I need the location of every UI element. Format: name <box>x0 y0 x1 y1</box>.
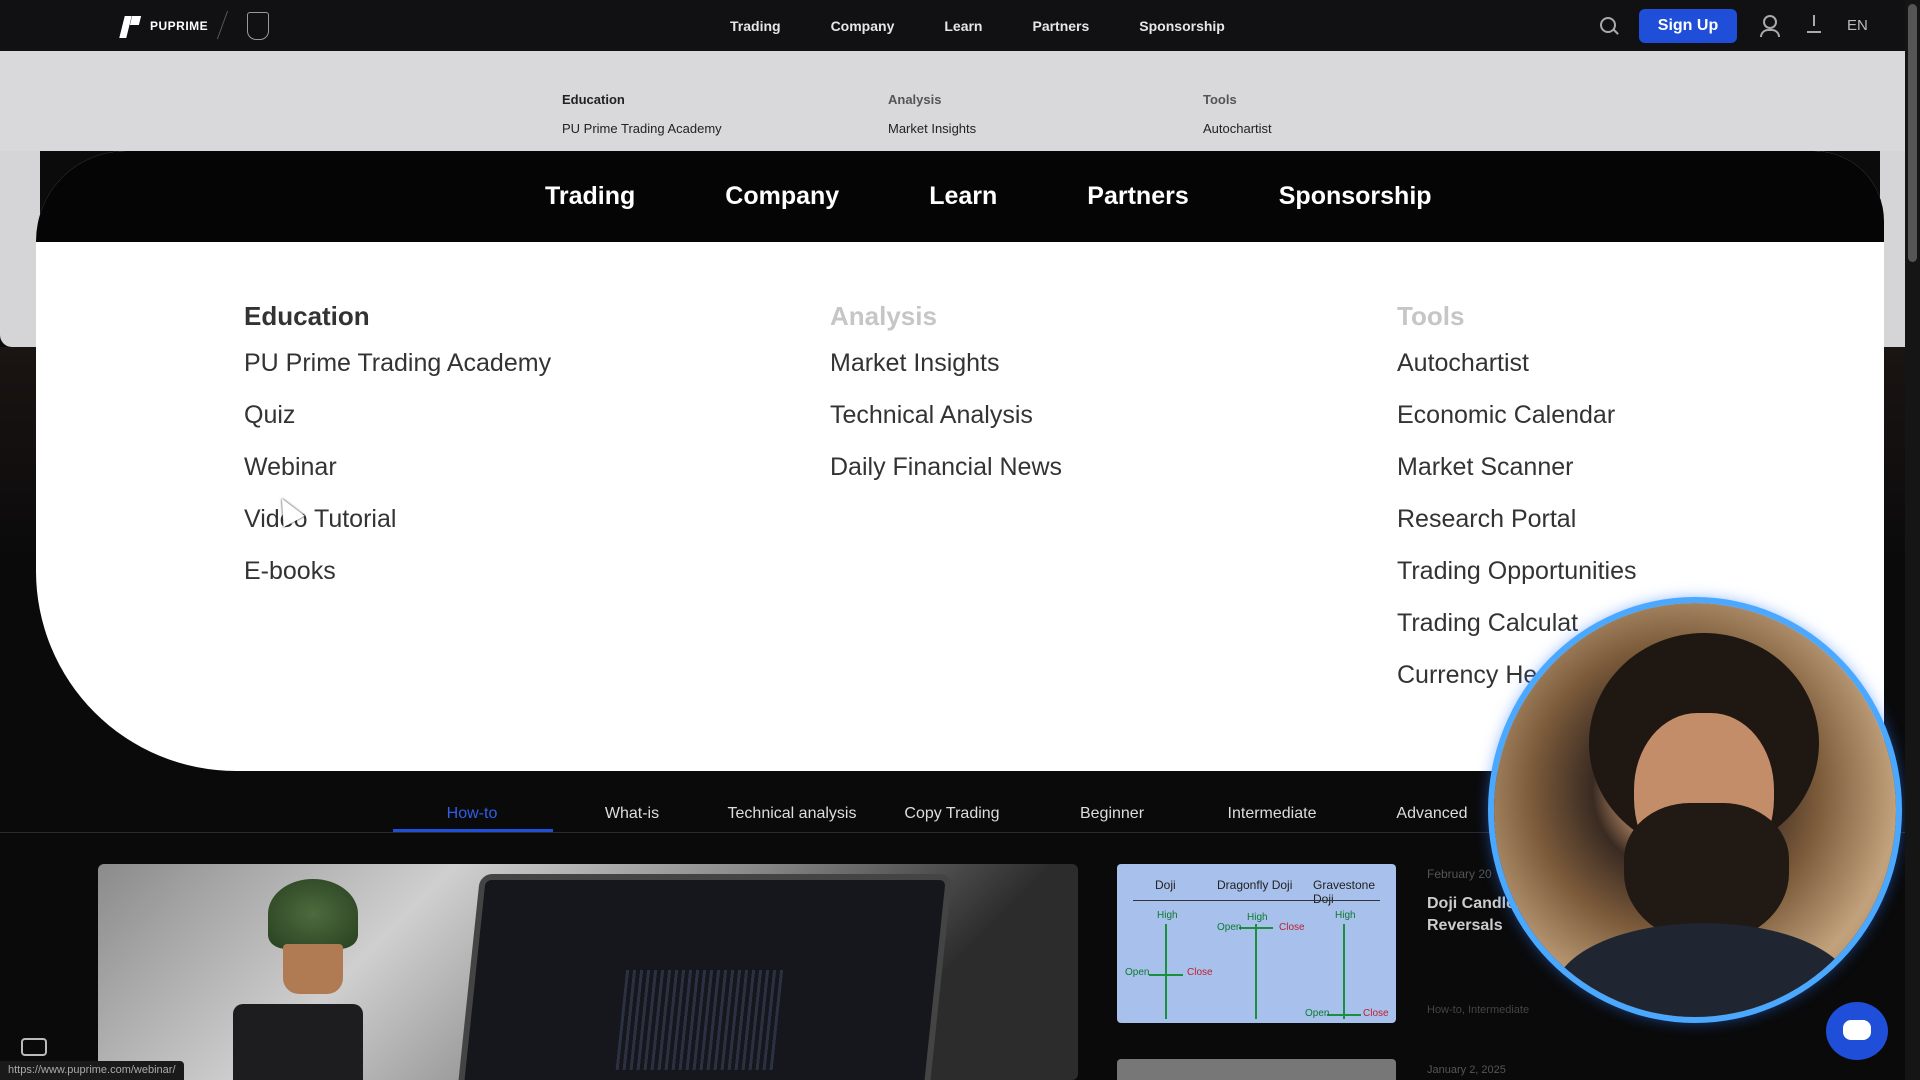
brand-name: PUPRIME <box>150 19 209 33</box>
under-link-market-insights[interactable]: Market Insights <box>888 114 994 143</box>
top-navbar: PUPRIME Trading Company Learn Partners S… <box>0 0 1905 51</box>
link-trading-opportunities[interactable]: Trading Opportunities <box>1397 554 1636 606</box>
article-date: February 20 <box>1427 867 1492 881</box>
tab-intermediate[interactable]: Intermediate <box>1192 805 1352 835</box>
next-article-thumbnail[interactable] <box>1117 1059 1396 1080</box>
link-technical-analysis[interactable]: Technical Analysis <box>830 398 1062 450</box>
captions-icon[interactable] <box>21 1038 47 1056</box>
gravestone-close-label: Close <box>1363 1008 1389 1019</box>
gravestone-wick <box>1343 924 1345 1019</box>
under-link-academy[interactable]: PU Prime Trading Academy <box>562 114 722 143</box>
doji-candle-body <box>1149 974 1183 976</box>
next-article-date: January 2, 2025 <box>1427 1064 1506 1076</box>
tab-copy-trading[interactable]: Copy Trading <box>872 805 1032 835</box>
dragonfly-open-label: Open <box>1217 922 1242 933</box>
mega-tab-partners[interactable]: Partners <box>1087 182 1188 211</box>
user-icon[interactable] <box>1760 15 1780 37</box>
heading-tools: Tools <box>1397 301 1465 331</box>
tab-technical-analysis[interactable]: Technical analysis <box>712 805 872 835</box>
article-title-line1: Doji Candles <box>1427 895 1524 912</box>
dragonfly-doji-label: Dragonfly Doji <box>1217 878 1293 892</box>
doji-article-thumbnail[interactable]: Doji Dragonfly Doji Gravestone Doji High… <box>1117 864 1396 1023</box>
download-icon[interactable] <box>1807 15 1821 33</box>
heading-education: Education <box>244 301 370 331</box>
nav-company[interactable]: Company <box>831 18 895 34</box>
dragonfly-body <box>1239 927 1273 929</box>
top-nav-menu: Trading Company Learn Partners Sponsorsh… <box>730 0 1275 51</box>
header-line <box>1133 900 1380 901</box>
nav-trading[interactable]: Trading <box>730 18 781 34</box>
dragonfly-close-label: Close <box>1279 922 1305 933</box>
top-right-actions: Sign Up EN <box>1485 0 1905 51</box>
article-title[interactable]: Doji Candles Reversals <box>1427 893 1524 937</box>
mega-tab-sponsorship[interactable]: Sponsorship <box>1279 182 1432 211</box>
gravestone-doji-label: Gravestone Doji <box>1313 878 1376 906</box>
featured-article-image[interactable] <box>98 864 1078 1080</box>
logo-mark-icon <box>120 14 142 38</box>
gravestone-open-label: Open <box>1305 1008 1330 1019</box>
presenter-shirt <box>1554 923 1854 1017</box>
laptop-graphic <box>455 874 953 1080</box>
tab-advanced[interactable]: Advanced <box>1352 805 1512 835</box>
search-icon[interactable] <box>1600 17 1616 33</box>
under-heading-analysis: Analysis <box>888 92 942 107</box>
language-selector[interactable]: EN <box>1847 17 1868 34</box>
article-tags: How-to, Intermediate <box>1427 1004 1530 1016</box>
mega-col-education: Education PU Prime Trading Academy Quiz … <box>244 301 551 606</box>
sign-up-button[interactable]: Sign Up <box>1639 9 1737 43</box>
scrollbar-thumb[interactable] <box>1908 4 1917 262</box>
nav-learn[interactable]: Learn <box>944 18 982 34</box>
doji-candle-wick <box>1165 924 1167 1019</box>
gravestone-body <box>1327 1014 1361 1016</box>
mega-tab-trading[interactable]: Trading <box>545 182 635 211</box>
dragonfly-high-label: High <box>1247 912 1268 923</box>
mega-tab-company[interactable]: Company <box>725 182 839 211</box>
webcam-overlay <box>1494 603 1896 1017</box>
tab-beginner[interactable]: Beginner <box>1032 805 1192 835</box>
doji-high-label: High <box>1157 910 1178 921</box>
plant-graphic <box>268 879 358 949</box>
mega-menu-nav: Trading Company Learn Partners Sponsorsh… <box>36 151 1884 242</box>
dragonfly-wick <box>1255 924 1257 1019</box>
presenter-beard <box>1624 803 1789 943</box>
underlying-panel-edge <box>0 151 40 347</box>
underlying-dropdown: Education PU Prime Trading Academy Quiz … <box>0 51 1905 165</box>
article-title-line2: Reversals <box>1427 917 1503 934</box>
plant-pot-graphic <box>283 944 343 994</box>
link-autochartist[interactable]: Autochartist <box>1397 346 1636 398</box>
link-economic-calendar[interactable]: Economic Calendar <box>1397 398 1636 450</box>
under-heading-education: Education <box>562 92 625 107</box>
doji-open-label: Open <box>1125 967 1150 978</box>
status-bar-url: https://www.puprime.com/webinar/ <box>0 1061 184 1080</box>
mega-tab-learn[interactable]: Learn <box>929 182 997 211</box>
gravestone-high-label: High <box>1335 910 1356 921</box>
link-quiz[interactable]: Quiz <box>244 398 551 450</box>
under-heading-tools: Tools <box>1203 92 1237 107</box>
under-link-autochartist[interactable]: Autochartist <box>1203 114 1316 143</box>
link-trading-academy[interactable]: PU Prime Trading Academy <box>244 346 551 398</box>
doji-close-label: Close <box>1187 967 1213 978</box>
logo-divider <box>216 10 229 40</box>
phone-graphic <box>233 1004 363 1080</box>
chat-icon[interactable] <box>1826 1002 1888 1060</box>
brand-logo[interactable]: PUPRIME <box>120 14 208 38</box>
link-research-portal[interactable]: Research Portal <box>1397 502 1636 554</box>
link-daily-financial-news[interactable]: Daily Financial News <box>830 450 1062 502</box>
category-tabs: How-to What-is Technical analysis Copy T… <box>392 805 1512 835</box>
sponsor-crest-icon[interactable] <box>247 12 269 40</box>
nav-partners[interactable]: Partners <box>1032 18 1089 34</box>
link-market-insights[interactable]: Market Insights <box>830 346 1062 398</box>
heading-analysis: Analysis <box>830 301 937 331</box>
mega-col-analysis: Analysis Market Insights Technical Analy… <box>830 301 1062 502</box>
tab-what-is[interactable]: What-is <box>552 805 712 835</box>
link-market-scanner[interactable]: Market Scanner <box>1397 450 1636 502</box>
link-ebooks[interactable]: E-books <box>244 554 551 606</box>
doji-label: Doji <box>1155 878 1176 892</box>
nav-sponsorship[interactable]: Sponsorship <box>1139 18 1225 34</box>
